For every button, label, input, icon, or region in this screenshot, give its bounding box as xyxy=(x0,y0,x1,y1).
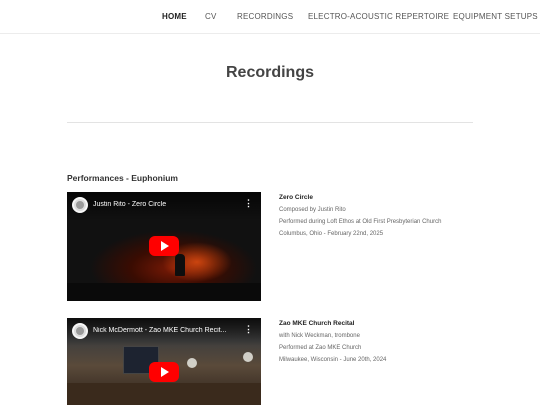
video-detail-line: Performed at Zao MKE Church xyxy=(279,345,362,351)
nav-electro-acoustic-repertoire[interactable]: ELECTRO-ACOUSTIC REPERTOIRE xyxy=(308,12,449,21)
church-floor xyxy=(67,383,261,405)
nav-equipment-setups[interactable]: EQUIPMENT SETUPS xyxy=(453,12,538,21)
video-player-zero-circle[interactable]: Justin Rito - Zero Circle ⋮ xyxy=(67,192,261,301)
drum-shape xyxy=(187,358,197,368)
video-player-title[interactable]: Nick McDermott - Zao MKE Church Recit... xyxy=(93,327,233,334)
video-detail-line: Columbus, Ohio - February 22nd, 2025 xyxy=(279,231,384,237)
video-title: Zao MKE Church Recital xyxy=(279,320,355,327)
nav-home[interactable]: HOME xyxy=(162,12,187,21)
channel-avatar-icon[interactable] xyxy=(72,197,88,213)
nav-cv[interactable]: CV xyxy=(205,12,217,21)
video-detail-line: Composed by Justin Rito xyxy=(279,207,346,213)
video-title: Zero Circle xyxy=(279,194,313,201)
top-navigation: HOME CV RECORDINGS ELECTRO-ACOUSTIC REPE… xyxy=(0,0,540,34)
video-detail-line: with Nick Weckman, trombone xyxy=(279,333,360,339)
video-player-title[interactable]: Justin Rito - Zero Circle xyxy=(93,201,233,208)
section-heading: Performances - Euphonium xyxy=(67,173,178,183)
video-detail-line: Milwaukee, Wisconsin - June 20th, 2024 xyxy=(279,357,387,363)
video-player-zao-mke-recital[interactable]: Nick McDermott - Zao MKE Church Recit...… xyxy=(67,318,261,405)
divider xyxy=(67,122,473,123)
play-icon[interactable] xyxy=(149,362,179,382)
video-description-zao-mke-recital: Zao MKE Church Recital with Nick Weckman… xyxy=(279,320,479,369)
drum-shape xyxy=(243,352,253,362)
video-description-zero-circle: Zero Circle Composed by Justin Rito Perf… xyxy=(279,194,479,243)
page-title: Recordings xyxy=(225,64,314,81)
play-icon[interactable] xyxy=(149,236,179,256)
video-detail-line: Performed during Loft Ethos at Old First… xyxy=(279,219,442,225)
more-vert-icon[interactable]: ⋮ xyxy=(244,325,253,334)
channel-avatar-icon[interactable] xyxy=(72,323,88,339)
performer-silhouette xyxy=(175,254,185,276)
stage-floor xyxy=(67,283,261,301)
more-vert-icon[interactable]: ⋮ xyxy=(244,199,253,208)
nav-recordings[interactable]: RECORDINGS xyxy=(237,12,293,21)
